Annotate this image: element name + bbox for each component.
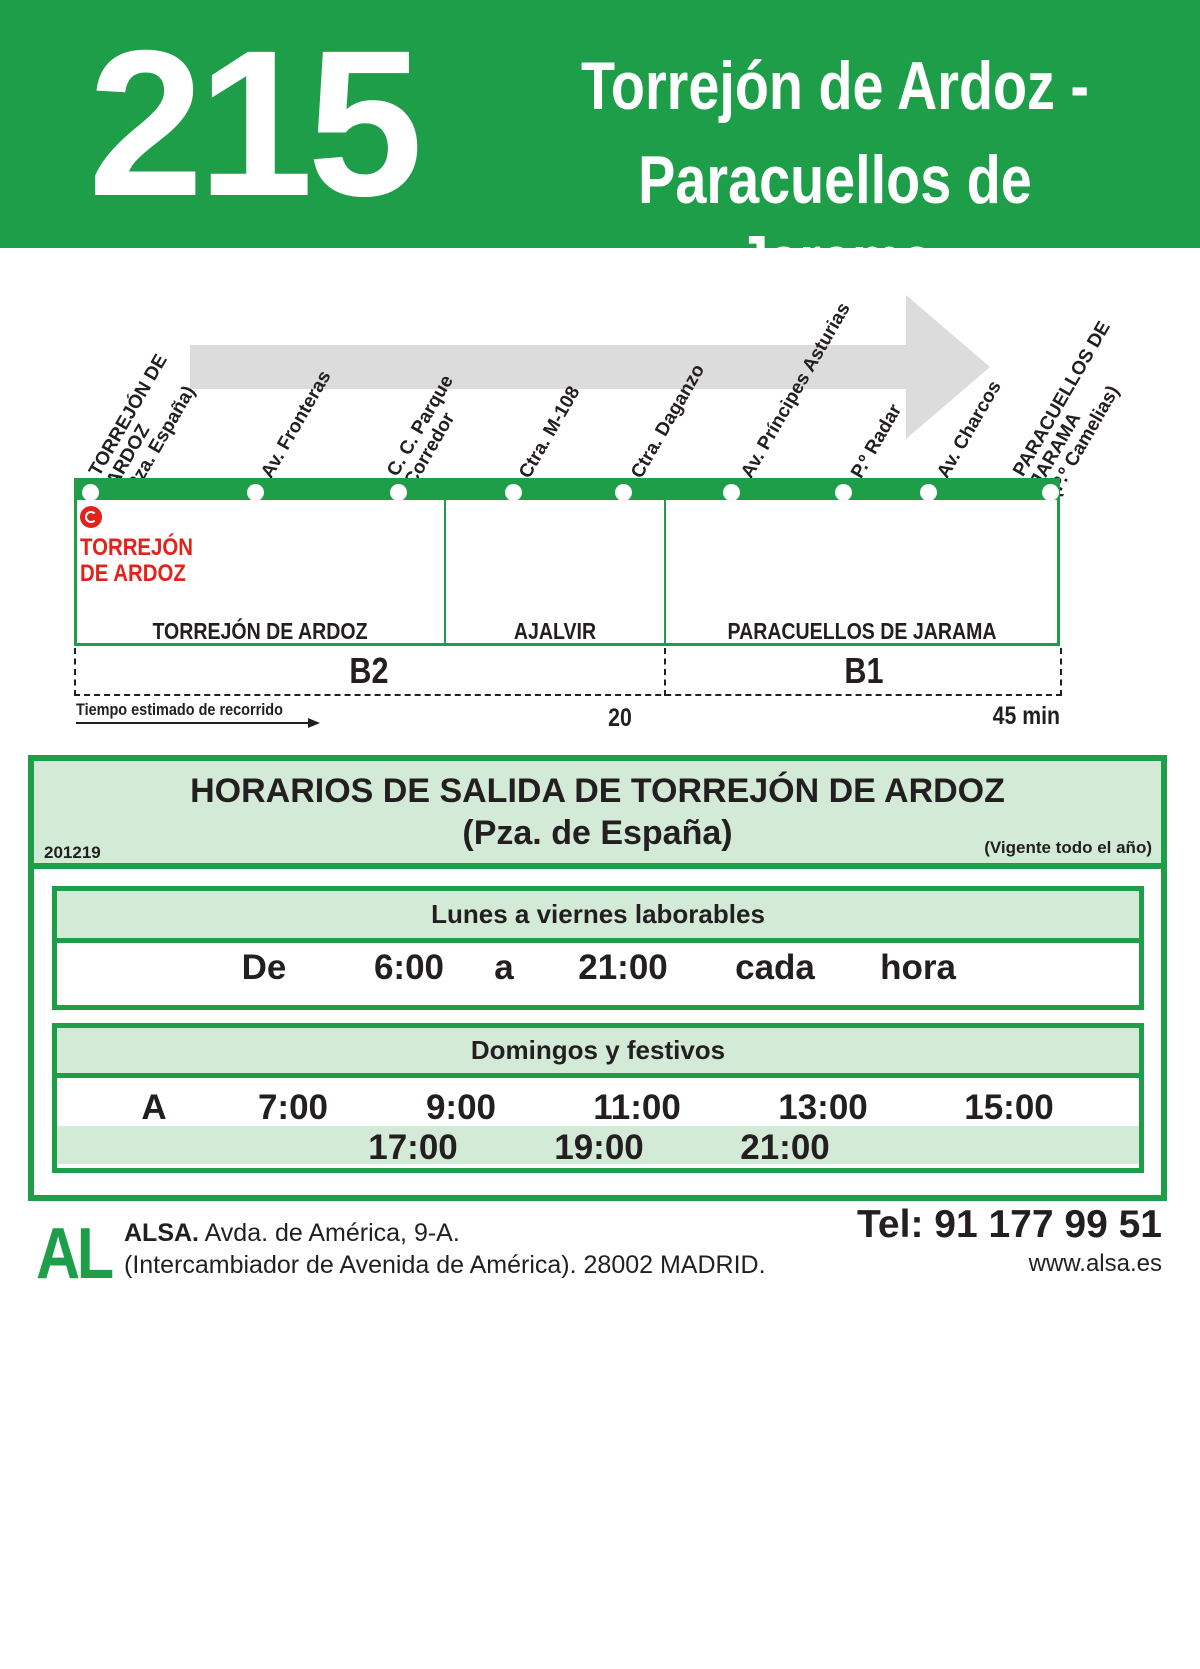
zone-paracuellos: PARACUELLOS DE JARAMA — [727, 618, 997, 644]
sundays-heading: Domingos y festivos — [57, 1028, 1139, 1078]
travel-time-total: 45 min — [992, 702, 1060, 730]
zone-divider — [664, 498, 666, 646]
sunday-time: 21:00 — [740, 1128, 830, 1167]
sunday-time: 9:00 — [425, 1088, 497, 1127]
weekday-de: De — [241, 948, 287, 987]
footer-street: Avda. de América, 9-A. — [204, 1219, 460, 1247]
footer-company: ALSA. — [124, 1219, 199, 1247]
alsa-logo: AL — [36, 1214, 114, 1294]
route-name-line2: Paracuellos de Jarama — [638, 142, 1032, 298]
footer-website-link[interactable]: www.alsa.es — [900, 1250, 1162, 1278]
fare-zone-b1: B1 — [844, 650, 884, 691]
zone-torrejon: TORREJÓN DE ARDOZ — [152, 618, 368, 644]
weekday-a: a — [494, 948, 514, 987]
zone-divider — [444, 498, 446, 646]
schedule-code: 201219 — [44, 843, 101, 862]
weekday-hora: hora — [880, 948, 956, 987]
weekdays-heading: Lunes a viernes laborables — [57, 891, 1139, 943]
sunday-time: 17:00 — [368, 1128, 458, 1167]
arrow-right-icon — [76, 718, 320, 728]
sunday-time: 11:00 — [593, 1088, 681, 1127]
route-line — [74, 478, 1060, 500]
sunday-time: 7:00 — [257, 1088, 329, 1127]
fare-zone-b2: B2 — [349, 650, 389, 691]
fare-zone-divider — [664, 648, 666, 696]
footer-address-line1: ALSA. Avda. de América, 9-A. — [124, 1218, 460, 1248]
zone-ajalvir: AJALVIR — [513, 618, 597, 644]
weekday-start-time: 6:00 — [373, 948, 445, 987]
route-name-line1: Torrejón de Ardoz - — [580, 48, 1090, 124]
sunday-time: 13:00 — [778, 1088, 868, 1127]
stop-label-paracuellos: PARACUELLOS DE JARAMA (P.º Camelias) — [1009, 318, 1124, 500]
footer-address-line2: (Intercambiador de Avenida de América). … — [124, 1251, 766, 1279]
weekday-end-time: 21:00 — [578, 948, 668, 987]
sunday-time: 19:00 — [554, 1128, 644, 1167]
municipal-label-line2: DE ARDOZ — [80, 560, 186, 587]
sunday-time: 15:00 — [964, 1088, 1054, 1127]
footer-phone: Tel: 91 177 99 51 — [857, 1203, 1162, 1246]
weekday-cada: cada — [735, 948, 815, 987]
schedule-validity: (Vigente todo el año) — [984, 838, 1152, 857]
municipal-label-line1: TORREJÓN — [80, 534, 193, 561]
municipal-bus-icon — [80, 506, 102, 528]
route-number: 215 — [88, 8, 423, 240]
sunday-prefix: A — [141, 1088, 167, 1127]
travel-time-mid: 20 — [608, 704, 632, 732]
